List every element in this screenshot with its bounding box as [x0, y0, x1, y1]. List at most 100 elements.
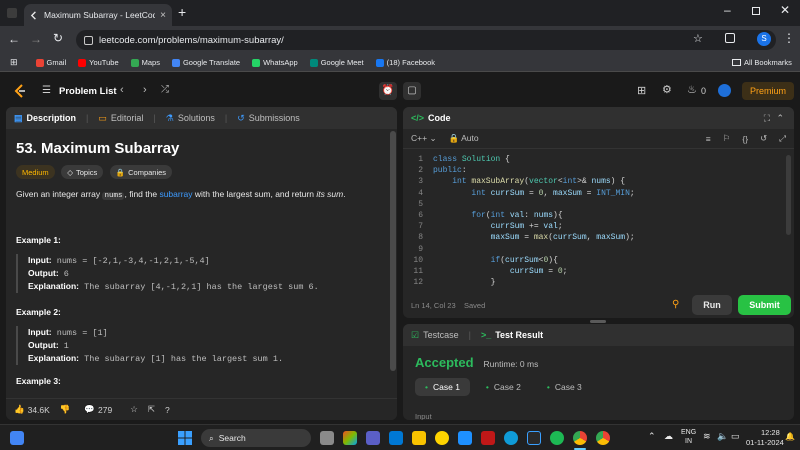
subarray-link[interactable]: subarray [159, 189, 192, 199]
apps-grid-icon[interactable]: ⊞ [10, 57, 18, 68]
close-window-icon[interactable]: ✕ [780, 3, 790, 17]
streak-fire-icon[interactable]: ♨ [687, 83, 697, 96]
notes-icon[interactable]: ▢ [403, 82, 421, 100]
companies-chip[interactable]: 🔒 Companies [109, 165, 173, 179]
forward-icon[interactable]: → [30, 32, 42, 46]
bookmark-facebook[interactable]: (18) Facebook [375, 58, 435, 67]
favorite-star-icon[interactable]: ☆ [130, 404, 138, 415]
tab-solutions[interactable]: ⚗ Solutions [166, 113, 215, 124]
dislike-button[interactable]: 👎 [60, 404, 71, 415]
bookmark-star-icon[interactable]: ☆ [693, 32, 703, 45]
close-tab-icon[interactable]: × [160, 10, 166, 21]
case-3-button[interactable]: • Case 3 [537, 378, 592, 396]
weather-icon[interactable] [10, 431, 24, 445]
taskbar-search[interactable]: ⌕ Search [201, 429, 311, 447]
bookmark-google-meet[interactable]: Google Meet [309, 58, 364, 67]
bookmark-gmail[interactable]: Gmail [35, 58, 66, 67]
description-scrollbar[interactable] [390, 131, 396, 371]
minimize-icon[interactable]: – [724, 3, 731, 17]
back-icon[interactable]: ← [8, 32, 20, 46]
premium-button[interactable]: Premium [742, 82, 794, 100]
notification-bell-icon[interactable]: 🔔 [785, 432, 795, 441]
mode-select[interactable]: 🔒 Auto [449, 133, 479, 144]
bookmark-maps[interactable]: Maps [130, 58, 160, 67]
bookmark-whatsapp[interactable]: WhatsApp [252, 58, 298, 67]
tab-editorial[interactable]: ▭ Editorial [98, 113, 143, 124]
tab-testcase[interactable]: ☑ Testcase [411, 330, 459, 341]
submit-button[interactable]: Submit [738, 295, 791, 315]
lang-top[interactable]: ENG [681, 429, 696, 436]
case-2-button[interactable]: • Case 2 [476, 378, 531, 396]
all-bookmarks[interactable]: All Bookmarks [732, 58, 792, 67]
wifi-icon[interactable]: ≋ [703, 431, 711, 442]
shuffle-icon[interactable]: ⤮ [161, 84, 169, 95]
app-yellow-icon[interactable] [435, 431, 449, 445]
address-bar[interactable]: leetcode.com/problems/maximum-subarray/ [76, 30, 776, 50]
tab-submissions[interactable]: ↺ Submissions [237, 113, 300, 124]
bookmark-youtube[interactable]: YouTube [78, 58, 119, 67]
like-button[interactable]: 👍 34.6K [14, 404, 50, 415]
maximize-icon[interactable]: ⛶ [764, 113, 770, 124]
task-view-icon[interactable] [320, 431, 334, 445]
share-icon[interactable]: ⇱ [148, 404, 155, 415]
language-select[interactable]: C++ ⌄ [411, 133, 437, 144]
all-bookmarks-label: All Bookmarks [744, 58, 792, 67]
bookmark-icon[interactable]: ⚐ [723, 133, 731, 144]
help-icon[interactable]: ? [165, 405, 170, 415]
tab-list-icon[interactable] [7, 8, 17, 18]
restore-icon[interactable] [752, 7, 760, 15]
resize-handle[interactable] [590, 320, 606, 323]
expand-icon[interactable]: ⤢ [779, 133, 786, 144]
layout-grid-icon[interactable]: ⊞ [637, 84, 646, 97]
code-editor[interactable]: 1 class Solution { 2 public: 3 int maxSubA… [403, 149, 794, 288]
mcafee-icon[interactable] [481, 431, 495, 445]
edge-icon[interactable] [504, 431, 518, 445]
copilot-icon[interactable] [343, 431, 357, 445]
bookmark-google-translate[interactable]: Google Translate [171, 58, 240, 67]
debug-icon[interactable]: ⚲ [672, 299, 679, 310]
code-tab[interactable]: </> Code [411, 113, 451, 123]
profile-avatar[interactable]: S [757, 32, 771, 46]
topics-chip[interactable]: ◇ Topics [61, 165, 104, 179]
new-tab-icon[interactable]: + [178, 4, 186, 20]
tray-chevron-icon[interactable]: ⌃ [648, 431, 656, 442]
settings-gear-icon[interactable]: ⚙ [662, 83, 672, 96]
editor-scrollbar[interactable] [786, 155, 791, 235]
timer-icon[interactable]: ⏰ [379, 82, 397, 100]
tab-test-result[interactable]: >_ Test Result [481, 330, 543, 340]
menu-icon[interactable]: ⋮ [783, 31, 795, 45]
braces-icon[interactable]: {} [742, 134, 748, 144]
volume-icon[interactable]: 🔈 [717, 431, 728, 442]
reset-icon[interactable]: ↺ [760, 133, 767, 144]
store-icon[interactable] [389, 431, 403, 445]
cloud-icon[interactable]: ☁ [664, 431, 673, 442]
app-blue-icon[interactable] [458, 431, 472, 445]
lang-bottom[interactable]: IN [685, 438, 692, 445]
case-1-button[interactable]: • Case 1 [415, 378, 470, 396]
teams-icon[interactable] [366, 431, 380, 445]
prev-problem-icon[interactable]: ‹ [120, 84, 124, 96]
next-problem-icon[interactable]: › [143, 84, 147, 96]
leetcode-logo-icon[interactable] [14, 84, 26, 100]
format-icon[interactable]: ≡ [706, 134, 711, 144]
code-line: 10 if(currSum <0){ [413, 255, 558, 265]
reload-icon[interactable]: ↻ [53, 31, 63, 45]
browser-tab[interactable]: Maximum Subarray - LeetCode × [24, 4, 172, 26]
chrome-icon[interactable] [573, 431, 587, 445]
app-wave-icon[interactable] [527, 431, 541, 445]
clock-time[interactable]: 12:28 [761, 428, 780, 437]
collapse-icon[interactable]: ⌃ [776, 113, 784, 124]
tab-description[interactable]: ▤ Description [14, 113, 76, 124]
start-windows-icon[interactable] [178, 431, 192, 445]
site-info-icon[interactable] [84, 35, 93, 45]
problem-list-link[interactable]: Problem List [59, 86, 117, 97]
file-explorer-icon[interactable] [412, 431, 426, 445]
comments-button[interactable]: 💬 279 [84, 404, 112, 415]
extensions-icon[interactable] [725, 33, 735, 43]
clock-date[interactable]: 01-11-2024 [746, 438, 784, 447]
battery-icon[interactable]: ▭ [731, 431, 740, 442]
spotify-icon[interactable] [550, 431, 564, 445]
run-button[interactable]: Run [692, 295, 732, 315]
chrome-profile-icon[interactable] [596, 431, 610, 445]
user-avatar[interactable] [718, 84, 731, 97]
